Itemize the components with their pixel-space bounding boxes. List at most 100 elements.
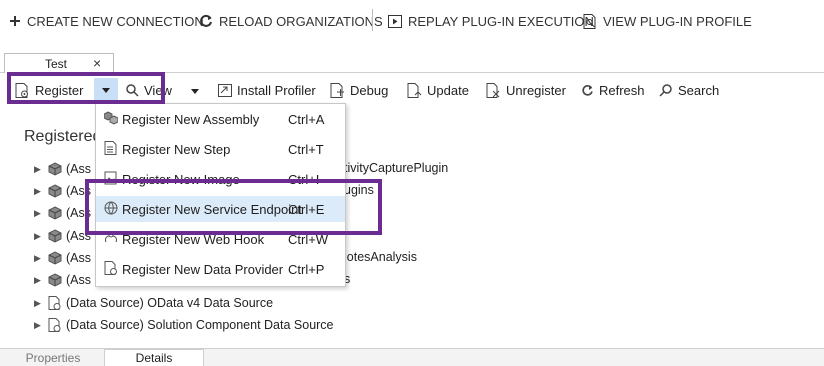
menu-item-register-web-hook[interactable]: Register New Web Hook Ctrl+W (96, 226, 345, 252)
tabstrip-divider (0, 72, 824, 73)
refresh-label: Refresh (599, 82, 645, 98)
tree-item-label: (Ass (66, 184, 91, 198)
globe-icon (104, 201, 118, 218)
tree-item[interactable]: ▶ (Ass (34, 203, 91, 223)
tree-item[interactable]: ▶ (Data Source) Solution Component Data S… (34, 315, 334, 335)
search-button[interactable]: Search (659, 80, 719, 100)
menu-item-label: Register New Image (122, 171, 240, 187)
plus-icon (10, 16, 20, 26)
register-dropdown-menu: Register New Assembly Ctrl+A Register New … (95, 103, 346, 287)
close-icon[interactable]: × (93, 55, 101, 71)
reload-organizations-button[interactable]: RELOAD ORGANIZATIONS (199, 10, 383, 32)
menu-item-register-service-endpoint[interactable]: Register New Service Endpoint Ctrl+E (96, 196, 345, 222)
menu-item-register-image[interactable]: Register New Image Ctrl+I (96, 166, 345, 192)
tree-item-label: (Ass (66, 206, 91, 220)
search-icon (659, 84, 672, 97)
tab-details[interactable]: Details (104, 349, 204, 366)
menu-item-register-assembly[interactable]: Register New Assembly Ctrl+A (96, 106, 345, 132)
update-icon (407, 82, 422, 98)
view-button[interactable]: View (125, 80, 172, 100)
tree-item-label-tail: ugins (344, 183, 374, 197)
expand-arrow-icon[interactable]: ▶ (34, 208, 48, 219)
expand-arrow-icon[interactable]: ▶ (34, 253, 48, 264)
refresh-button[interactable]: Refresh (581, 80, 645, 100)
tree-item[interactable]: ▶ (Ass (34, 248, 91, 268)
expand-arrow-icon[interactable]: ▶ (34, 320, 48, 331)
tree-item[interactable]: ▶ (Data Source) OData v4 Data Source (34, 293, 273, 313)
assembly-icon (48, 229, 66, 243)
menu-item-register-step[interactable]: Register New Step Ctrl+T (96, 136, 345, 162)
expand-arrow-icon[interactable]: ▶ (34, 298, 48, 309)
document-search-icon (583, 13, 596, 29)
tab-test-label: Test (45, 57, 68, 71)
assembly-icon (48, 184, 66, 198)
menu-item-label: Register New Step (122, 141, 231, 157)
create-connection-button[interactable]: CREATE NEW CONNECTION (9, 10, 204, 32)
menu-item-register-data-provider[interactable]: Register New Data Provider Ctrl+P (96, 256, 345, 282)
step-icon (104, 141, 117, 158)
image-icon (104, 171, 117, 188)
tree-item-label: (Ass (66, 162, 91, 176)
create-connection-label: CREATE NEW CONNECTION (27, 13, 204, 29)
reload-organizations-label: RELOAD ORGANIZATIONS (219, 13, 383, 29)
register-dropdown-button[interactable] (94, 78, 118, 102)
menu-item-label: Register New Web Hook (122, 231, 265, 247)
tab-properties[interactable]: Properties (8, 349, 98, 366)
register-button[interactable]: Register (15, 80, 83, 100)
registered-heading: Registered (24, 128, 102, 145)
menu-item-shortcut: Ctrl+P (288, 261, 325, 277)
assembly-icon (48, 206, 66, 220)
menu-item-label: Register New Service Endpoint (122, 201, 302, 217)
tree-item[interactable]: ▶ (Ass (34, 226, 91, 246)
view-profile-button[interactable]: VIEW PLUG-IN PROFILE (583, 10, 752, 32)
menu-item-shortcut: Ctrl+W (288, 231, 329, 247)
tree-item-label-tail: lotesAnalysis (344, 250, 417, 264)
menu-item-shortcut: Ctrl+I (288, 171, 320, 187)
tree-item[interactable]: ▶ (Ass (34, 270, 91, 290)
data-source-icon (48, 318, 66, 332)
view-dropdown-icon[interactable] (190, 84, 200, 99)
assembly-icon (103, 111, 119, 128)
view-label: View (144, 82, 172, 98)
refresh-icon (200, 14, 212, 27)
assembly-icon (48, 251, 66, 265)
search-label: Search (678, 82, 720, 98)
expand-arrow-icon[interactable]: ▶ (34, 186, 48, 197)
install-profiler-button[interactable]: Install Profiler (218, 80, 316, 100)
tab-details-label: Details (135, 351, 173, 365)
unregister-icon (486, 82, 500, 98)
tab-test[interactable]: Test × (4, 53, 114, 73)
tree-item-label: (Ass (66, 229, 91, 243)
menu-item-label: Register New Assembly (122, 111, 260, 127)
install-icon (218, 83, 232, 97)
menu-item-shortcut: Ctrl+E (288, 201, 325, 217)
assembly-icon (48, 273, 66, 287)
expand-arrow-icon[interactable]: ▶ (34, 231, 48, 242)
tree-item-label: (Data Source) OData v4 Data Source (66, 296, 274, 310)
replay-icon (388, 14, 402, 28)
tree-item[interactable]: ▶ (Ass (34, 159, 91, 179)
menu-item-shortcut: Ctrl+A (288, 111, 325, 127)
tree-item[interactable]: ▶ (Ass (34, 181, 91, 201)
expand-arrow-icon[interactable]: ▶ (34, 275, 48, 286)
replay-plugin-label: REPLAY PLUG-IN EXECUTION (408, 13, 594, 29)
magnifier-icon (126, 84, 139, 97)
register-label: Register (35, 82, 84, 98)
menu-item-shortcut: Ctrl+T (288, 141, 324, 157)
tree-item-label: (Ass (66, 251, 91, 265)
tree-item-label-tail: tivityCapturePlugin (344, 161, 449, 175)
unregister-button[interactable]: Unregister (486, 80, 566, 100)
expand-arrow-icon[interactable]: ▶ (34, 164, 48, 175)
menu-item-label: Register New Data Provider (122, 261, 284, 277)
caret-down-icon (102, 88, 110, 93)
replay-plugin-button[interactable]: REPLAY PLUG-IN EXECUTION (388, 10, 594, 32)
webhook-icon (104, 231, 118, 248)
data-source-icon (48, 296, 66, 310)
debug-icon (330, 82, 344, 98)
debug-button[interactable]: Debug (330, 80, 388, 100)
assembly-icon (48, 162, 66, 176)
update-button[interactable]: Update (407, 80, 469, 100)
view-profile-label: VIEW PLUG-IN PROFILE (603, 13, 752, 29)
refresh-icon (582, 84, 593, 96)
debug-label: Debug (350, 82, 389, 98)
